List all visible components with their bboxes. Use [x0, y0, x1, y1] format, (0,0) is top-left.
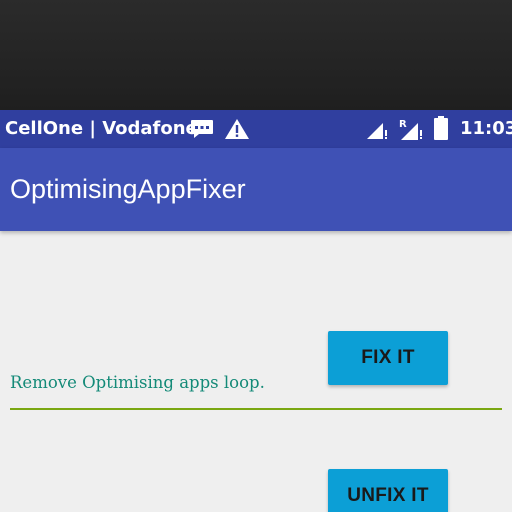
battery-icon	[434, 116, 448, 140]
signal-icon	[367, 123, 387, 139]
carrier-name: CellOne | Vodafone	[5, 118, 198, 139]
fix-it-button[interactable]: FIX IT	[328, 331, 448, 385]
message-underline	[10, 408, 502, 410]
status-message: Remove Optimising apps loop.	[10, 373, 265, 392]
app-title: OptimisingAppFixer	[10, 174, 246, 204]
status-time: 11:03	[460, 118, 512, 139]
phone-screen: CellOne | Vodafone R 11:03 OptimisingApp…	[0, 0, 512, 512]
unfix-it-button[interactable]: UNFIX IT	[328, 469, 448, 512]
warning-icon	[225, 119, 249, 139]
roaming-mark: R	[399, 119, 407, 130]
status-bar: CellOne | Vodafone R 11:03	[0, 110, 512, 148]
device-top-bezel	[0, 0, 512, 110]
app-toolbar: OptimisingAppFixer	[0, 148, 512, 231]
message-icon	[191, 120, 213, 138]
signal-roaming-icon: R	[399, 119, 422, 140]
